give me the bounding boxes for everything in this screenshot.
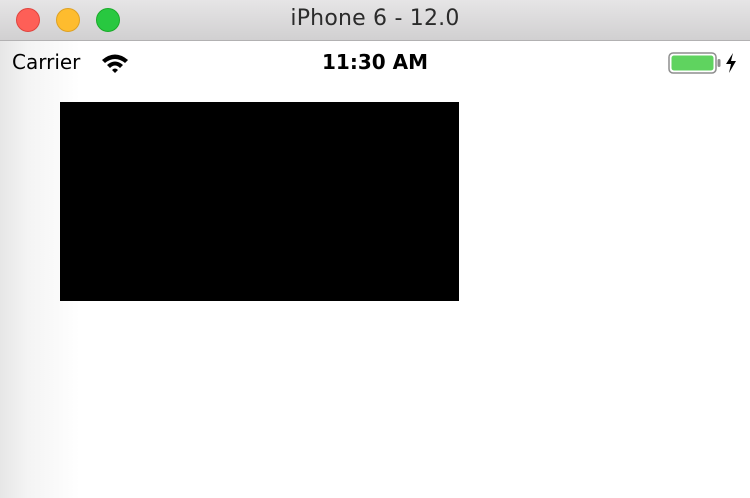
- status-bar: Carrier 11:30 AM: [0, 41, 750, 81]
- black-view: [60, 102, 459, 301]
- title-bar: iPhone 6 - 12.0: [0, 0, 750, 41]
- status-time: 11:30 AM: [321, 50, 428, 74]
- simulator-window: iPhone 6 - 12.0 Carrier 11:30 AM: [0, 0, 750, 498]
- device-screen: Carrier 11:30 AM: [0, 41, 750, 498]
- battery-icon: [668, 52, 721, 74]
- charging-bolt-icon: [726, 53, 736, 73]
- window-title: iPhone 6 - 12.0: [290, 6, 460, 31]
